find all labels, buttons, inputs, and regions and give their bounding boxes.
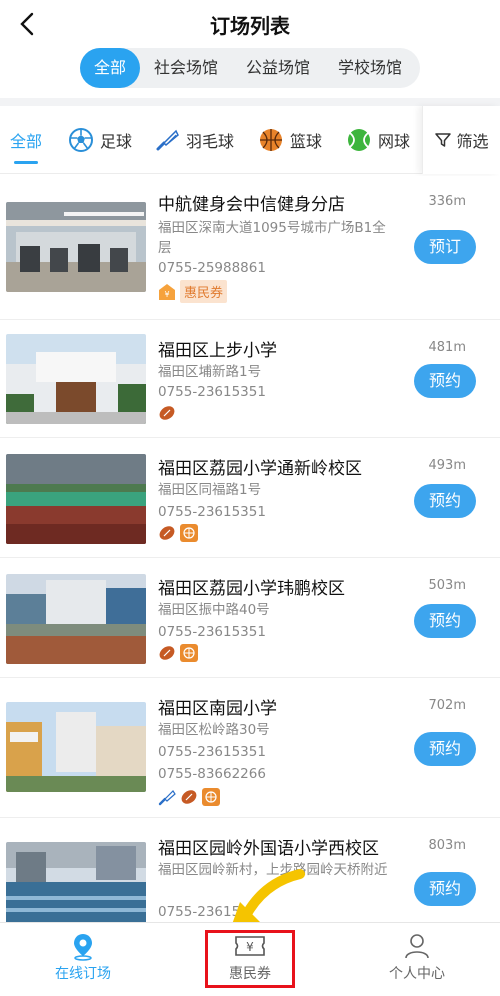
- sport-tab-label: 足球: [100, 132, 133, 151]
- venue-distance: 336m: [428, 194, 466, 209]
- venue-thumbnail: [6, 454, 146, 544]
- nav-label: 在线订场: [55, 966, 111, 982]
- venue-address: 福田区深南大道1095号城市广场B1全层: [158, 220, 386, 256]
- user-icon: [405, 934, 429, 959]
- venue-name: 福田区荔园小学通新岭校区: [158, 459, 362, 479]
- filter-button[interactable]: 筛选: [422, 106, 500, 174]
- reserve-button[interactable]: 预约: [414, 484, 476, 518]
- location-pin-icon: [74, 934, 92, 961]
- sport-tab-basketball[interactable]: 篮球: [258, 106, 322, 174]
- rugby-icon: [181, 790, 197, 804]
- sport-tab-label: 篮球: [290, 132, 323, 151]
- venue-phone: 0755-23615351: [158, 504, 266, 520]
- venue-item[interactable]: 福田区荔园小学玮鹏校区 福田区振中路40号 0755-23615351 503m…: [0, 558, 500, 678]
- venue-thumbnail: [6, 842, 146, 922]
- venue-thumbnail: [6, 574, 146, 664]
- basketball-icon: [202, 788, 220, 806]
- venue-phone: 0755-25988861: [158, 260, 266, 276]
- venue-distance: 803m: [428, 838, 466, 853]
- venue-distance: 481m: [428, 340, 466, 355]
- venue-name: 福田区荔园小学玮鹏校区: [158, 579, 345, 599]
- venue-type-public[interactable]: 公益场馆: [232, 48, 324, 88]
- venue-name: 福田区上步小学: [158, 341, 277, 361]
- venue-badges: ¥ 惠民券: [158, 280, 228, 303]
- venue-address: 福田区埔新路1号: [158, 364, 262, 380]
- venue-thumbnail: [6, 702, 146, 792]
- sport-tab-tennis[interactable]: 网球: [346, 106, 410, 174]
- venue-item[interactable]: 中航健身会中信健身分店 福田区深南大道1095号城市广场B1全层 0755-25…: [0, 176, 500, 320]
- app-header: 订场列表: [0, 0, 500, 48]
- basketball-icon: [260, 129, 282, 151]
- venue-type-school[interactable]: 学校场馆: [324, 48, 416, 88]
- book-button[interactable]: 预订: [414, 230, 476, 264]
- sport-tab-label: 羽毛球: [186, 132, 235, 151]
- coupon-tag: ¥ 惠民券: [158, 280, 228, 303]
- venue-type-social[interactable]: 社会场馆: [140, 48, 232, 88]
- page-title: 订场列表: [210, 14, 290, 38]
- venue-badges: [158, 404, 176, 422]
- badminton-icon: [158, 790, 176, 806]
- reserve-button[interactable]: 预约: [414, 364, 476, 398]
- soccer-icon: [69, 128, 93, 152]
- nav-profile[interactable]: 个人中心: [334, 923, 500, 996]
- venue-badges: [158, 788, 220, 806]
- reserve-button[interactable]: 预约: [414, 732, 476, 766]
- venue-badges: [158, 644, 198, 662]
- venue-name: 福田区园岭外国语小学西校区: [158, 839, 379, 859]
- venue-type-segmented: 全部 社会场馆 公益场馆 学校场馆: [80, 48, 420, 88]
- sport-tab-label: 网球: [378, 132, 411, 151]
- basketball-icon: [180, 644, 198, 662]
- venue-list: 中航健身会中信健身分店 福田区深南大道1095号城市广场B1全层 0755-25…: [0, 176, 500, 922]
- reserve-button[interactable]: 预约: [414, 604, 476, 638]
- venue-distance: 493m: [428, 458, 466, 473]
- sport-tab-label: 全部: [10, 132, 43, 151]
- coupon-badge-icon: ¥: [159, 283, 175, 300]
- venue-phone: 0755-23615351: [158, 744, 266, 760]
- venue-item[interactable]: 福田区南园小学 福田区松岭路30号 0755-23615351 0755-836…: [0, 678, 500, 818]
- venue-address: 福田区振中路40号: [158, 602, 270, 618]
- filter-label: 筛选: [456, 132, 489, 151]
- nav-label: 个人中心: [389, 966, 445, 982]
- venue-type-all[interactable]: 全部: [80, 48, 140, 88]
- basketball-icon: [180, 524, 198, 542]
- highlight-box: [205, 930, 295, 988]
- venue-type-bar: 全部 社会场馆 公益场馆 学校场馆: [0, 48, 500, 104]
- venue-distance: 702m: [428, 698, 466, 713]
- venue-item[interactable]: 福田区上步小学 福田区埔新路1号 0755-23615351 481m 预约: [0, 320, 500, 438]
- venue-badges: [158, 524, 198, 542]
- rugby-icon: [159, 406, 175, 420]
- venue-thumbnail: [6, 334, 146, 424]
- rugby-icon: [159, 526, 175, 540]
- svg-text:¥: ¥: [164, 290, 169, 299]
- venue-item[interactable]: 福田区荔园小学通新岭校区 福田区同福路1号 0755-23615351 493m…: [0, 438, 500, 558]
- sport-tab-badminton[interactable]: 羽毛球: [154, 106, 234, 174]
- sport-tab-all[interactable]: 全部: [10, 106, 42, 174]
- venue-phone: 0755-83662266: [158, 766, 266, 782]
- reserve-button[interactable]: 预约: [414, 872, 476, 906]
- coupon-label: 惠民券: [180, 280, 228, 303]
- venue-phone: 0755-23615351: [158, 384, 266, 400]
- venue-name: 中航健身会中信健身分店: [158, 195, 345, 215]
- venue-thumbnail: [6, 202, 146, 292]
- sport-tab-soccer[interactable]: 足球: [68, 106, 132, 174]
- venue-name: 福田区南园小学: [158, 699, 277, 719]
- tennis-icon: [348, 129, 370, 151]
- venue-address: 福田区松岭路30号: [158, 722, 270, 738]
- badminton-icon: [156, 129, 179, 151]
- rugby-icon: [159, 646, 175, 660]
- sport-filter-bar: 全部 足球 羽毛球 篮球 网球 筛选: [0, 106, 500, 174]
- filter-icon: [435, 133, 452, 147]
- nav-online-booking[interactable]: 在线订场: [0, 923, 166, 996]
- venue-address: 福田区同福路1号: [158, 482, 262, 498]
- divider: [0, 98, 500, 106]
- venue-distance: 503m: [428, 578, 466, 593]
- venue-phone: 0755-23615351: [158, 624, 266, 640]
